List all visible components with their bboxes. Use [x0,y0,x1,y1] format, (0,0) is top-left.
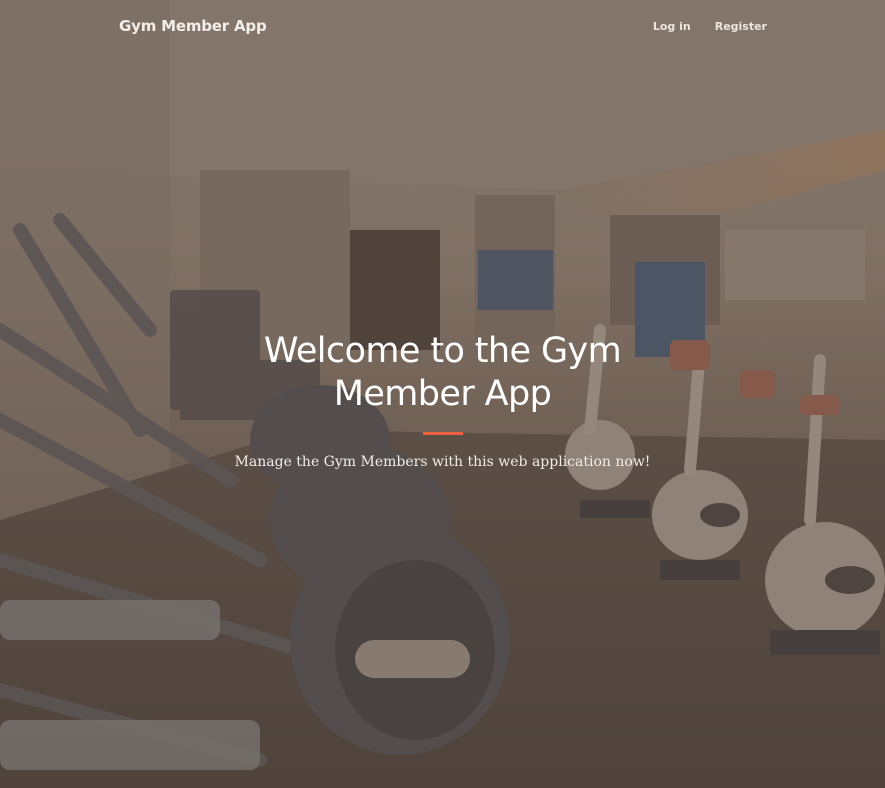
hero-subtitle: Manage the Gym Members with this web app… [234,454,651,470]
register-link[interactable]: Register [715,20,767,33]
nav-links: Log in Register [653,20,767,33]
title-divider [422,432,463,435]
hero-title: Welcome to the Gym Member App [263,331,622,414]
navbar: Gym Member App Log in Register [0,0,885,56]
hero-section: Welcome to the Gym Member App Manage the… [0,330,885,484]
brand-link[interactable]: Gym Member App [119,17,267,35]
login-link[interactable]: Log in [653,20,691,33]
landing-page: Gym Member App Log in Register Welcome t… [0,0,885,788]
